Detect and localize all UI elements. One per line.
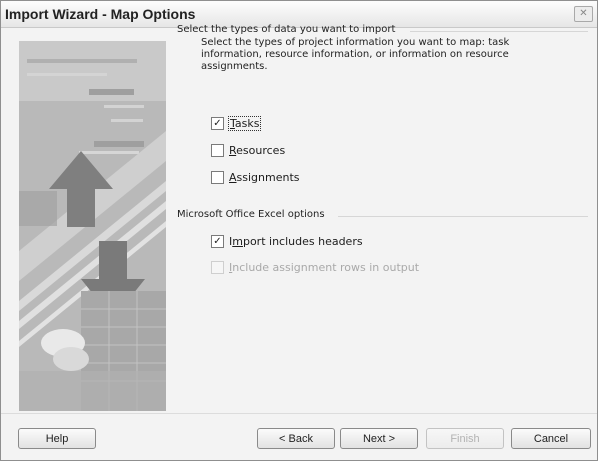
- tasks-checkbox[interactable]: ✓: [211, 116, 224, 130]
- dialog-title: Import Wizard - Map Options: [5, 6, 196, 22]
- finish-button: Finish: [426, 428, 504, 449]
- next-button[interactable]: Next >: [340, 428, 418, 449]
- data-types-description: Select the types of project information …: [201, 37, 510, 72]
- import-wizard-dialog: Import Wizard - Map Options ✕ Select the…: [0, 0, 598, 461]
- excel-options-heading: Microsoft Office Excel options: [177, 209, 325, 220]
- wizard-side-graphic: [19, 41, 166, 411]
- assignments-label[interactable]: Assignments: [229, 171, 300, 184]
- section-divider: [410, 31, 588, 32]
- include-assignment-rows-label: Include assignment rows in output: [229, 260, 420, 274]
- import-headers-label[interactable]: Import includes headers: [229, 235, 363, 248]
- options-panel: Select the types of data you want to imp…: [177, 1, 592, 401]
- import-map-illustration: [19, 41, 166, 411]
- assignments-checkbox[interactable]: [211, 170, 224, 184]
- include-assignment-rows-checkbox: [211, 260, 224, 274]
- import-headers-checkbox[interactable]: ✓: [211, 234, 224, 248]
- include-assignment-rows-option: Include assignment rows in output: [211, 259, 419, 275]
- tasks-label[interactable]: Tasks: [227, 115, 262, 131]
- assignments-option[interactable]: Assignments: [211, 169, 300, 185]
- resources-checkbox[interactable]: [211, 143, 224, 157]
- tasks-option[interactable]: ✓ Tasks: [211, 115, 262, 131]
- help-button[interactable]: Help: [18, 428, 96, 449]
- data-types-heading: Select the types of data you want to imp…: [177, 24, 396, 35]
- cancel-button[interactable]: Cancel: [511, 428, 591, 449]
- resources-label[interactable]: Resources: [229, 144, 285, 157]
- import-headers-option[interactable]: ✓ Import includes headers: [211, 233, 363, 249]
- section-divider: [338, 216, 588, 217]
- back-button[interactable]: < Back: [257, 428, 335, 449]
- footer-divider: [1, 413, 597, 414]
- resources-option[interactable]: Resources: [211, 142, 285, 158]
